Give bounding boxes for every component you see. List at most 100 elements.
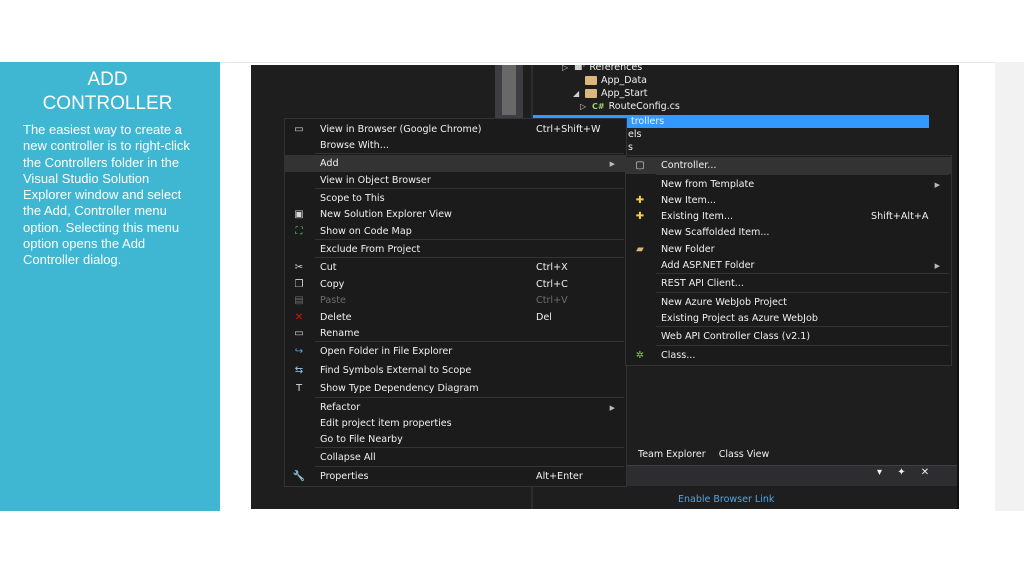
menu-item-label: Go to File Nearby — [320, 434, 403, 445]
expand-arrow-icon[interactable]: ▷ — [562, 65, 570, 74]
menu-item-show-on-code-map[interactable]: ⛶ Show on Code Map — [285, 223, 626, 240]
menu-item-new-solution-explorer-view[interactable]: ▣ New Solution Explorer View — [285, 206, 626, 223]
slide-title: ADD CONTROLLER — [0, 68, 215, 116]
new-folder-icon: ▰ — [636, 244, 644, 255]
menu-item-refactor[interactable]: Refactor ▶ — [285, 399, 626, 416]
menu-item-label: Find Symbols External to Scope — [320, 365, 472, 376]
menu-item-paste[interactable]: ▤ Paste Ctrl+V — [285, 292, 626, 309]
submenu-arrow-icon: ▶ — [934, 261, 940, 270]
new-item-icon: ✚ — [635, 195, 645, 206]
menu-item-label: New Solution Explorer View — [320, 209, 452, 220]
rename-icon: ▭ — [294, 328, 304, 339]
menu-item-label: New Azure WebJob Project — [661, 297, 787, 308]
menu-item-label: Controller... — [661, 160, 717, 171]
slide-title-line-1: ADD — [87, 69, 128, 90]
menu-separator — [656, 292, 949, 293]
menu-item-open-folder-in-file-explorer[interactable]: ↪ Open Folder in File Explorer — [285, 343, 626, 360]
menu-item-label: Show Type Dependency Diagram — [320, 383, 479, 394]
menu-separator — [315, 466, 624, 467]
menu-item-rest-api-client[interactable]: REST API Client... — [626, 275, 951, 292]
menu-item-new-scaffolded-item[interactable]: New Scaffolded Item... — [626, 224, 951, 241]
menu-item-class[interactable]: ✲ Class... — [626, 347, 951, 364]
menu-item-existing-item[interactable]: ✚ Existing Item... Shift+Alt+A — [626, 208, 951, 225]
slide-right-stripe — [995, 62, 1024, 511]
menu-item-copy[interactable]: ❐ Copy Ctrl+C — [285, 276, 626, 293]
menu-item-cut[interactable]: ✂ Cut Ctrl+X — [285, 259, 626, 276]
dashboard-window-icons[interactable]: ▾ ✦ ✕ — [877, 467, 935, 478]
menu-item-shortcut: Alt+Enter — [536, 471, 583, 482]
menu-item-add-asp-net-folder[interactable]: Add ASP.NET Folder ▶ — [626, 257, 951, 274]
menu-item-label: Browse With... — [320, 140, 389, 151]
menu-separator — [315, 397, 624, 398]
menu-item-add[interactable]: Add ▶ — [285, 155, 626, 172]
tree-item-label: References — [589, 65, 643, 73]
menu-item-edit-project-item-properties[interactable]: Edit project item properties — [285, 415, 626, 432]
tree-item-models-label: els — [628, 129, 642, 140]
menu-item-label: Exclude From Project — [320, 244, 421, 255]
menu-item-collapse-all[interactable]: Collapse All — [285, 449, 626, 466]
collapse-arrow-icon[interactable]: ◢ — [573, 87, 581, 100]
menu-item-label: Collapse All — [320, 452, 376, 463]
menu-item-rename[interactable]: ▭ Rename — [285, 325, 626, 342]
code-map-icon: ⛶ — [295, 226, 303, 237]
menu-item-new-folder[interactable]: ▰ New Folder — [626, 241, 951, 258]
menu-item-find-symbols-external-to-scope[interactable]: ⇆ Find Symbols External to Scope — [285, 362, 626, 379]
menu-item-show-type-dependency-diagram[interactable]: T Show Type Dependency Diagram — [285, 380, 626, 397]
menu-item-label: Cut — [320, 262, 337, 273]
menu-item-existing-project-as-azure-webjob[interactable]: Existing Project as Azure WebJob — [626, 310, 951, 327]
menu-item-controller[interactable]: ▢ Controller... — [626, 157, 951, 174]
menu-item-label: Paste — [320, 295, 346, 306]
menu-item-label: Edit project item properties — [320, 418, 452, 429]
menu-item-label: Add — [320, 158, 339, 169]
menu-item-web-api-controller-class-v2-1[interactable]: Web API Controller Class (v2.1) — [626, 328, 951, 345]
menu-item-delete[interactable]: ✕ Delete Del — [285, 309, 626, 326]
editor-scrollbar[interactable] — [495, 65, 523, 125]
menu-item-new-from-template[interactable]: New from Template ▶ — [626, 176, 951, 193]
menu-item-label: REST API Client... — [661, 278, 744, 289]
class-icon: ✲ — [635, 350, 645, 361]
tree-item-route-config[interactable]: ▷ C# RouteConfig.cs — [580, 100, 680, 113]
menu-item-label: Web API Controller Class (v2.1) — [661, 331, 811, 342]
folder-icon — [585, 89, 597, 98]
menu-item-label: Class... — [661, 350, 696, 361]
menu-item-label: Scope to This — [320, 193, 385, 204]
tree-item-references[interactable]: ▷ ■· References — [562, 65, 642, 74]
open-folder-icon: ↪ — [294, 346, 304, 357]
menu-item-label: Delete — [320, 312, 352, 323]
find-symbols-icon: ⇆ — [294, 365, 304, 376]
copy-icon: ❐ — [294, 279, 304, 290]
tab-class-view[interactable]: Class View — [719, 449, 770, 460]
menu-item-new-azure-webjob-project[interactable]: New Azure WebJob Project — [626, 294, 951, 311]
controller-icon: ▢ — [635, 160, 645, 171]
slide-title-line-2: CONTROLLER — [42, 93, 173, 114]
tree-item-label: App_Data — [601, 75, 647, 86]
solution-explorer-context-menu: ▭ View in Browser (Google Chrome) Ctrl+Shi… — [284, 118, 627, 487]
submenu-arrow-icon: ▶ — [609, 159, 615, 168]
slide-body-text: The easiest way to create a new controll… — [23, 122, 190, 268]
menu-item-exclude-from-project[interactable]: Exclude From Project — [285, 241, 626, 258]
menu-item-properties[interactable]: 🔧 Properties Alt+Enter — [285, 468, 626, 485]
submenu-arrow-icon: ▶ — [934, 180, 940, 189]
expand-arrow-icon[interactable]: ▷ — [580, 100, 588, 113]
menu-item-label: Add ASP.NET Folder — [661, 260, 755, 271]
menu-item-label: Refactor — [320, 402, 361, 413]
menu-item-go-to-file-nearby[interactable]: Go to File Nearby — [285, 431, 626, 448]
menu-item-label: New from Template — [661, 179, 755, 190]
menu-item-browse-with[interactable]: Browse With... — [285, 137, 626, 154]
paste-icon: ▤ — [294, 295, 304, 306]
enable-browser-link[interactable]: Enable Browser Link — [678, 494, 774, 505]
menu-item-new-item[interactable]: ✚ New Item... — [626, 192, 951, 209]
menu-item-scope-to-this[interactable]: Scope to This — [285, 190, 626, 207]
menu-item-label: View in Browser (Google Chrome) — [320, 124, 482, 135]
menu-item-view-in-object-browser[interactable]: View in Object Browser — [285, 172, 626, 189]
menu-item-label: Existing Item... — [661, 211, 734, 222]
menu-item-view-in-browser-google-chrome[interactable]: ▭ View in Browser (Google Chrome) Ctrl+Shi… — [285, 121, 626, 138]
menu-item-label: Copy — [320, 279, 345, 290]
menu-item-shortcut: Ctrl+Shift+W — [536, 124, 601, 135]
tab-team-explorer[interactable]: Team Explorer — [638, 449, 706, 460]
menu-separator — [656, 174, 949, 175]
tree-item-app-start[interactable]: ◢ App_Start — [573, 87, 648, 100]
menu-item-shortcut: Ctrl+V — [536, 295, 568, 306]
scrollbar-thumb[interactable] — [502, 65, 516, 115]
tree-item-app-data[interactable]: App_Data — [585, 74, 647, 87]
